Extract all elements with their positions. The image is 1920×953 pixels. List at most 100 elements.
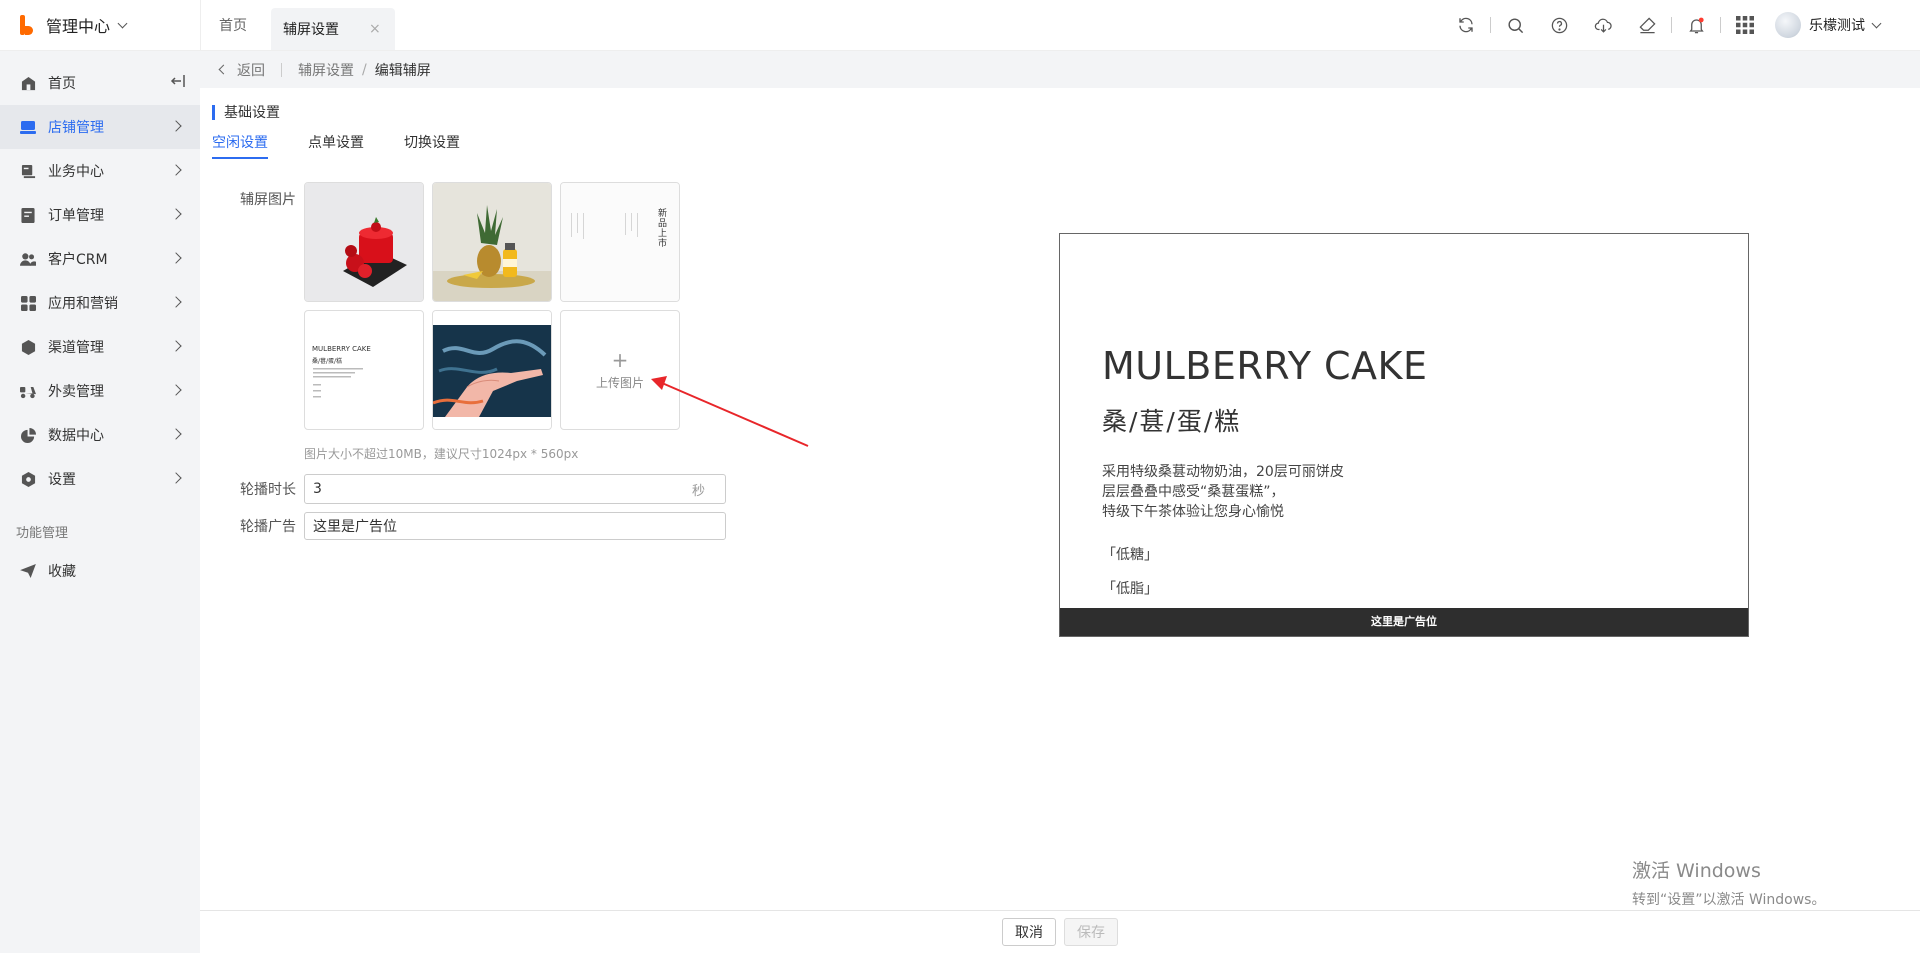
chevron-right-icon: [170, 120, 182, 132]
tab-switch-settings[interactable]: 切换设置: [404, 132, 460, 159]
preview-description: 采用特级桑葚动物奶油，20层可丽饼皮 层层叠叠中感受“桑葚蛋糕”， 特级下午茶体…: [1102, 462, 1344, 522]
thumbnail-text: 新品上市: [658, 209, 668, 249]
screen-image-1[interactable]: [304, 182, 424, 302]
apps-icon: [20, 295, 36, 311]
preview-desc-line: 层层叠叠中感受“桑葚蛋糕”，: [1102, 484, 1285, 500]
sidebar: 首页 店铺管理 业务中心 订单管理 客户CRM 应用和营销 渠道管理 外卖管理: [0, 51, 200, 953]
close-icon[interactable]: ×: [369, 21, 381, 37]
activation-subtitle: 转到“设置”以激活 Windows。: [1632, 892, 1826, 908]
help-icon[interactable]: [1548, 14, 1570, 36]
tab-idle-settings[interactable]: 空闲设置: [212, 132, 268, 159]
tab-order-settings[interactable]: 点单设置: [308, 132, 364, 159]
chevron-right-icon: [170, 252, 182, 264]
sidebar-item-store[interactable]: 店铺管理: [0, 105, 200, 149]
store-icon: [20, 119, 36, 135]
footer-actions: 取消 保存: [200, 910, 1920, 953]
sidebar-item-delivery[interactable]: 外卖管理: [0, 369, 200, 413]
cancel-button[interactable]: 取消: [1002, 918, 1056, 946]
sidebar-item-settings[interactable]: 设置: [0, 457, 200, 501]
breadcrumb: 返回 辅屏设置 / 编辑辅屏: [200, 51, 1920, 88]
chevron-left-icon[interactable]: [218, 64, 229, 75]
activation-title: 激活 Windows: [1632, 860, 1761, 882]
divider: [1490, 17, 1491, 33]
sidebar-item-label: 业务中心: [48, 164, 104, 180]
sidebar-item-data-center[interactable]: 数据中心: [0, 413, 200, 457]
chevron-right-icon: [170, 296, 182, 308]
sidebar-item-label: 首页: [48, 76, 76, 92]
duration-input[interactable]: 3 秒: [304, 474, 726, 504]
sidebar-item-label: 订单管理: [48, 208, 104, 224]
sidebar-item-business[interactable]: 业务中心: [0, 149, 200, 193]
brand-switcher[interactable]: 管理中心: [0, 0, 200, 50]
back-link[interactable]: 返回: [237, 60, 265, 80]
upload-image-button[interactable]: + 上传图片: [560, 310, 680, 430]
sidebar-item-channels[interactable]: 渠道管理: [0, 325, 200, 369]
order-icon: [20, 207, 36, 223]
delivery-icon: [20, 383, 36, 399]
chevron-right-icon: [170, 164, 182, 176]
sidebar-item-apps-marketing[interactable]: 应用和营销: [0, 281, 200, 325]
eraser-icon[interactable]: [1636, 14, 1658, 36]
image-hint: 图片大小不超过10MB，建议尺寸1024px * 560px: [304, 447, 579, 461]
tab-screen-settings[interactable]: 辅屏设置 ×: [271, 8, 395, 50]
breadcrumb-parent[interactable]: 辅屏设置: [298, 60, 354, 80]
tab-label: 首页: [219, 18, 247, 34]
settings-icon: [20, 471, 36, 487]
sidebar-item-label: 渠道管理: [48, 340, 104, 356]
channel-icon: [20, 339, 36, 355]
plus-icon: +: [611, 347, 629, 372]
refresh-icon[interactable]: [1455, 14, 1477, 36]
tab-home[interactable]: 首页: [207, 0, 259, 50]
ad-value: 这里是广告位: [313, 519, 397, 535]
sidebar-item-label: 收藏: [48, 564, 76, 580]
apps-grid-icon[interactable]: [1734, 14, 1756, 36]
brand-logo-icon: [20, 15, 34, 35]
sidebar-item-label: 设置: [48, 472, 76, 488]
page-tabs: 首页 辅屏设置 ×: [200, 0, 401, 50]
divider: [1720, 17, 1721, 33]
duration-unit: 秒: [691, 483, 705, 499]
customers-icon: [20, 251, 36, 267]
duration-value: 3: [313, 481, 322, 497]
upload-label: 上传图片: [595, 375, 644, 390]
section-title: 基础设置: [212, 102, 280, 122]
ad-input[interactable]: 这里是广告位: [304, 512, 726, 540]
preview-desc-line: 采用特级桑葚动物奶油，20层可丽饼皮: [1102, 464, 1344, 480]
images-label: 辅屏图片: [240, 192, 296, 208]
screen-image-3[interactable]: 新品上市: [560, 182, 680, 302]
preview-subtitle: 桑/葚/蛋/糕: [1102, 407, 1242, 436]
top-bar: 管理中心 首页 辅屏设置 × 乐檬测试: [0, 0, 1920, 51]
chevron-right-icon: [170, 428, 182, 440]
cloud-download-icon[interactable]: [1592, 14, 1614, 36]
sidebar-item-crm[interactable]: 客户CRM: [0, 237, 200, 281]
windows-activation-watermark: 激活 Windows 转到“设置”以激活 Windows。: [1632, 856, 1825, 909]
save-button[interactable]: 保存: [1064, 918, 1118, 946]
business-icon: [20, 163, 36, 179]
ad-label: 轮播广告: [240, 519, 296, 535]
screen-preview: MULBERRY CAKE 桑/葚/蛋/糕 采用特级桑葚动物奶油，20层可丽饼皮…: [1059, 233, 1749, 637]
duration-label: 轮播时长: [240, 482, 296, 498]
breadcrumb-separator: /: [362, 61, 367, 78]
screen-image-4[interactable]: MULBERRY CAKE 桑/葚/蛋/糕: [304, 310, 424, 430]
brand-title: 管理中心: [46, 17, 111, 36]
sidebar-item-home[interactable]: 首页: [0, 61, 200, 105]
sub-tabs: 空闲设置 点单设置 切换设置: [212, 132, 500, 159]
main-panel: 基础设置 空闲设置 点单设置 切换设置 辅屏图片 新品上市 MULBERRY C…: [200, 88, 1920, 910]
screen-image-5[interactable]: [432, 310, 552, 430]
chevron-down-icon[interactable]: [1871, 18, 1882, 28]
collapse-sidebar-icon[interactable]: [170, 73, 186, 93]
sidebar-item-label: 外卖管理: [48, 384, 104, 400]
screen-image-2[interactable]: [432, 182, 552, 302]
bell-icon[interactable]: [1685, 14, 1707, 36]
sidebar-item-orders[interactable]: 订单管理: [0, 193, 200, 237]
avatar[interactable]: [1775, 12, 1801, 38]
search-icon[interactable]: [1504, 14, 1526, 36]
tab-label: 辅屏设置: [283, 22, 339, 38]
breadcrumb-current: 编辑辅屏: [374, 62, 431, 79]
sidebar-item-favorites[interactable]: 收藏: [0, 549, 200, 593]
user-name[interactable]: 乐檬测试: [1809, 15, 1865, 35]
sidebar-item-label: 店铺管理: [48, 120, 104, 136]
chevron-right-icon: [170, 472, 182, 484]
divider: [1671, 17, 1672, 33]
sidebar-item-label: 客户CRM: [48, 252, 108, 268]
